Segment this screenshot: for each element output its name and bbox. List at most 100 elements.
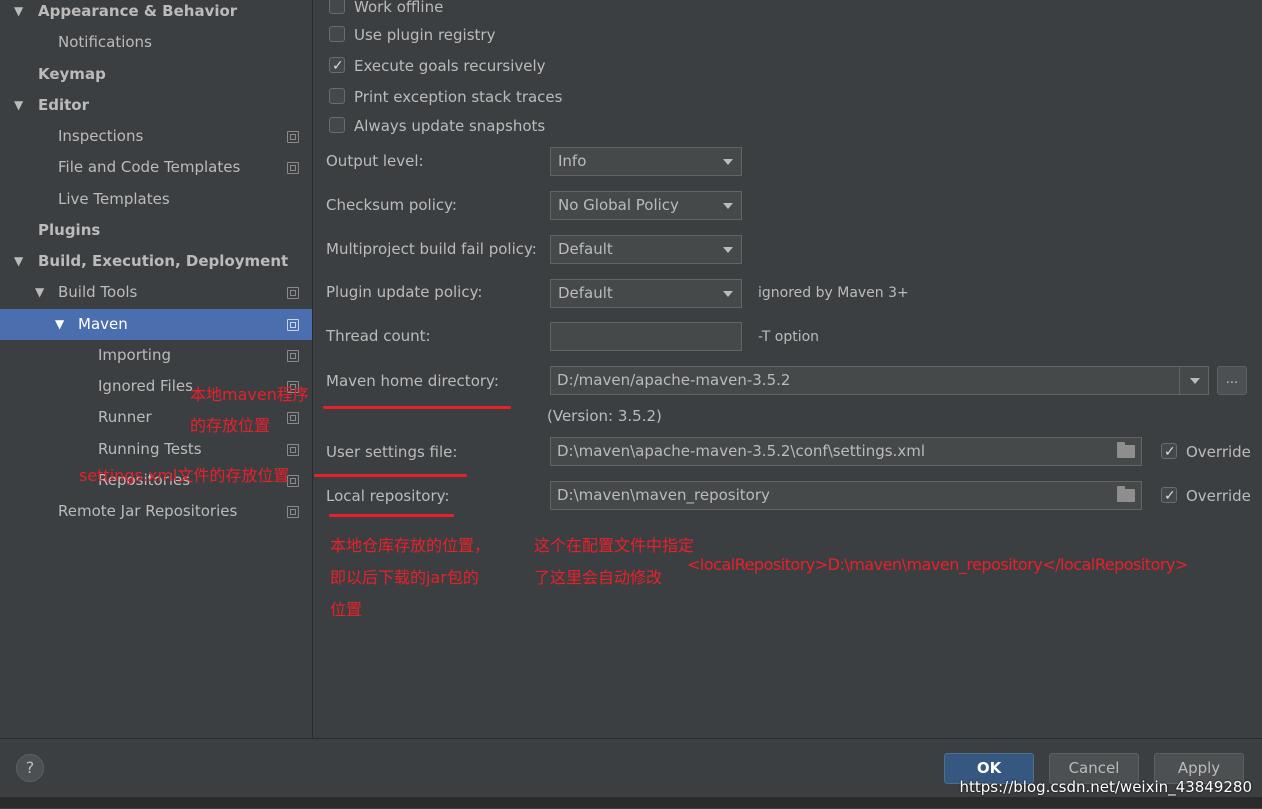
chevron-down-icon bbox=[723, 247, 733, 253]
work-offline-checkbox[interactable] bbox=[329, 0, 345, 14]
checkbox-label: Override bbox=[1186, 487, 1251, 505]
sidebar-item-plugins[interactable]: Plugins bbox=[0, 215, 312, 246]
plugin-update-policy-label: Plugin update policy: bbox=[326, 283, 483, 301]
dropdown-value: Default bbox=[558, 284, 613, 302]
project-settings-icon bbox=[287, 131, 299, 143]
maven-home-underline bbox=[323, 406, 511, 409]
expand-arrow-icon[interactable]: ▼ bbox=[14, 0, 23, 27]
sidebar-item-label: Remote Jar Repositories bbox=[58, 502, 238, 520]
chevron-down-icon bbox=[723, 291, 733, 297]
folder-icon[interactable] bbox=[1117, 442, 1135, 458]
maven-home-dropdown-toggle[interactable] bbox=[1179, 367, 1208, 394]
checkbox-label: Print exception stack traces bbox=[354, 88, 563, 106]
config-annotation-line1: 这个在配置文件中指定 bbox=[534, 536, 695, 555]
folder-icon[interactable] bbox=[1117, 486, 1135, 502]
sidebar-item-importing[interactable]: Importing bbox=[0, 340, 312, 371]
plugin-update-policy-dropdown[interactable]: Default bbox=[550, 279, 742, 308]
dropdown-value: Default bbox=[558, 240, 613, 258]
project-settings-icon bbox=[287, 506, 299, 518]
sidebar-item-label: Maven bbox=[78, 315, 128, 333]
sidebar-item-label: Editor bbox=[38, 96, 89, 114]
checksum-policy-dropdown[interactable]: No Global Policy bbox=[550, 191, 742, 220]
sidebar-item-file-code-templates[interactable]: File and Code Templates bbox=[0, 152, 312, 183]
sidebar-item-editor[interactable]: ▼ Editor bbox=[0, 90, 312, 121]
sidebar-item-notifications[interactable]: Notifications bbox=[0, 27, 312, 58]
sidebar-item-label: Appearance & Behavior bbox=[38, 2, 238, 20]
maven-home-browse-button[interactable]: ... bbox=[1217, 366, 1247, 395]
sidebar-item-remote-jar-repositories[interactable]: Remote Jar Repositories bbox=[0, 496, 312, 527]
output-level-dropdown[interactable]: Info bbox=[550, 147, 742, 176]
local-repo-annotation-line3: 位置 bbox=[330, 600, 363, 619]
local-repository-label: Local repository: bbox=[326, 487, 450, 505]
local-repository-override-checkbox[interactable] bbox=[1161, 483, 1177, 509]
expand-arrow-icon[interactable]: ▼ bbox=[55, 309, 64, 340]
settings-sidebar: ▼ Appearance & Behavior Notifications Ke… bbox=[0, 0, 312, 738]
chevron-down-icon bbox=[723, 159, 733, 165]
project-settings-icon bbox=[287, 319, 299, 331]
watermark: https://blog.csdn.net/weixin_43849280 bbox=[959, 778, 1252, 796]
sidebar-item-label: Keymap bbox=[38, 65, 106, 83]
thread-count-input[interactable] bbox=[550, 322, 742, 351]
sidebar-item-maven[interactable]: ▼ Maven bbox=[0, 309, 312, 340]
expand-arrow-icon[interactable]: ▼ bbox=[14, 90, 23, 121]
always-update-snapshots-checkbox[interactable] bbox=[329, 117, 345, 133]
local-repository-input[interactable]: D:\maven\maven_repository bbox=[550, 481, 1142, 510]
project-settings-icon bbox=[287, 412, 299, 424]
user-settings-value: D:\maven\apache-maven-3.5.2\conf\setting… bbox=[557, 442, 925, 460]
expand-arrow-icon[interactable]: ▼ bbox=[35, 277, 44, 308]
sidebar-item-label: Build, Execution, Deployment bbox=[38, 252, 289, 270]
sidebar-item-label: File and Code Templates bbox=[58, 158, 241, 176]
sidebar-item-build-tools[interactable]: ▼ Build Tools bbox=[0, 277, 312, 308]
local-repository-value: D:\maven\maven_repository bbox=[557, 486, 770, 504]
fail-policy-dropdown[interactable]: Default bbox=[550, 235, 742, 264]
sidebar-item-label: Importing bbox=[98, 346, 171, 364]
dropdown-value: No Global Policy bbox=[558, 196, 679, 214]
maven-home-annotation-line1: 本地maven程序 bbox=[190, 385, 309, 404]
print-exception-stack-traces-checkbox[interactable] bbox=[329, 88, 345, 104]
project-settings-icon bbox=[287, 162, 299, 174]
sidebar-item-inspections[interactable]: Inspections bbox=[0, 121, 312, 152]
sidebar-item-label: Ignored Files bbox=[98, 377, 193, 395]
project-settings-icon bbox=[287, 350, 299, 362]
sidebar-item-build-execution-deployment[interactable]: ▼ Build, Execution, Deployment bbox=[0, 246, 312, 277]
project-settings-icon bbox=[287, 287, 299, 299]
maven-settings-panel: Work offline Use plugin registry Execute… bbox=[313, 0, 1262, 738]
sidebar-item-label: Notifications bbox=[58, 33, 152, 51]
fail-policy-label: Multiproject build fail policy: bbox=[326, 240, 537, 258]
local-repo-underline bbox=[329, 514, 454, 517]
config-annotation-line2: 了这里会自动修改 bbox=[534, 568, 663, 587]
user-settings-label: User settings file: bbox=[326, 443, 458, 461]
output-level-label: Output level: bbox=[326, 152, 424, 170]
maven-home-combo[interactable]: D:/maven/apache-maven-3.5.2 bbox=[550, 366, 1209, 395]
maven-home-value: D:/maven/apache-maven-3.5.2 bbox=[557, 371, 791, 389]
bottom-strip bbox=[0, 797, 1262, 808]
expand-arrow-icon[interactable]: ▼ bbox=[14, 246, 23, 277]
user-settings-override-checkbox[interactable] bbox=[1161, 439, 1177, 465]
sidebar-item-label: Inspections bbox=[58, 127, 144, 145]
user-settings-input[interactable]: D:\maven\apache-maven-3.5.2\conf\setting… bbox=[550, 437, 1142, 466]
config-localrepository-tag: <localRepository>D:\maven\maven_reposito… bbox=[687, 555, 1188, 574]
settings-file-underline bbox=[314, 474, 467, 477]
local-repo-annotation-line1: 本地仓库存放的位置， bbox=[330, 536, 491, 555]
use-plugin-registry-checkbox[interactable] bbox=[329, 26, 345, 42]
checkbox-label: Execute goals recursively bbox=[354, 57, 546, 75]
chevron-down-icon bbox=[723, 203, 733, 209]
sidebar-item-live-templates[interactable]: Live Templates bbox=[0, 184, 312, 215]
sidebar-item-keymap[interactable]: Keymap bbox=[0, 59, 312, 90]
project-settings-icon bbox=[287, 444, 299, 456]
sidebar-item-appearance-behavior[interactable]: ▼ Appearance & Behavior bbox=[0, 0, 312, 27]
dropdown-value: Info bbox=[558, 152, 587, 170]
execute-goals-recursively-checkbox[interactable] bbox=[329, 53, 345, 79]
sidebar-item-label: Live Templates bbox=[58, 190, 170, 208]
local-repo-annotation-line2: 即以后下载的jar包的 bbox=[330, 568, 479, 587]
thread-count-label: Thread count: bbox=[326, 327, 431, 345]
plugin-update-hint: ignored by Maven 3+ bbox=[758, 285, 909, 301]
checkbox-label: Work offline bbox=[354, 0, 444, 16]
settings-file-annotation: settings.xml文件的存放位置 bbox=[79, 466, 290, 485]
maven-version-label: (Version: 3.5.2) bbox=[547, 407, 662, 425]
checkbox-label: Override bbox=[1186, 443, 1251, 461]
help-button[interactable]: ? bbox=[16, 754, 44, 782]
maven-home-label: Maven home directory: bbox=[326, 372, 499, 390]
checksum-policy-label: Checksum policy: bbox=[326, 196, 457, 214]
maven-home-annotation-line2: 的存放位置 bbox=[190, 416, 271, 435]
